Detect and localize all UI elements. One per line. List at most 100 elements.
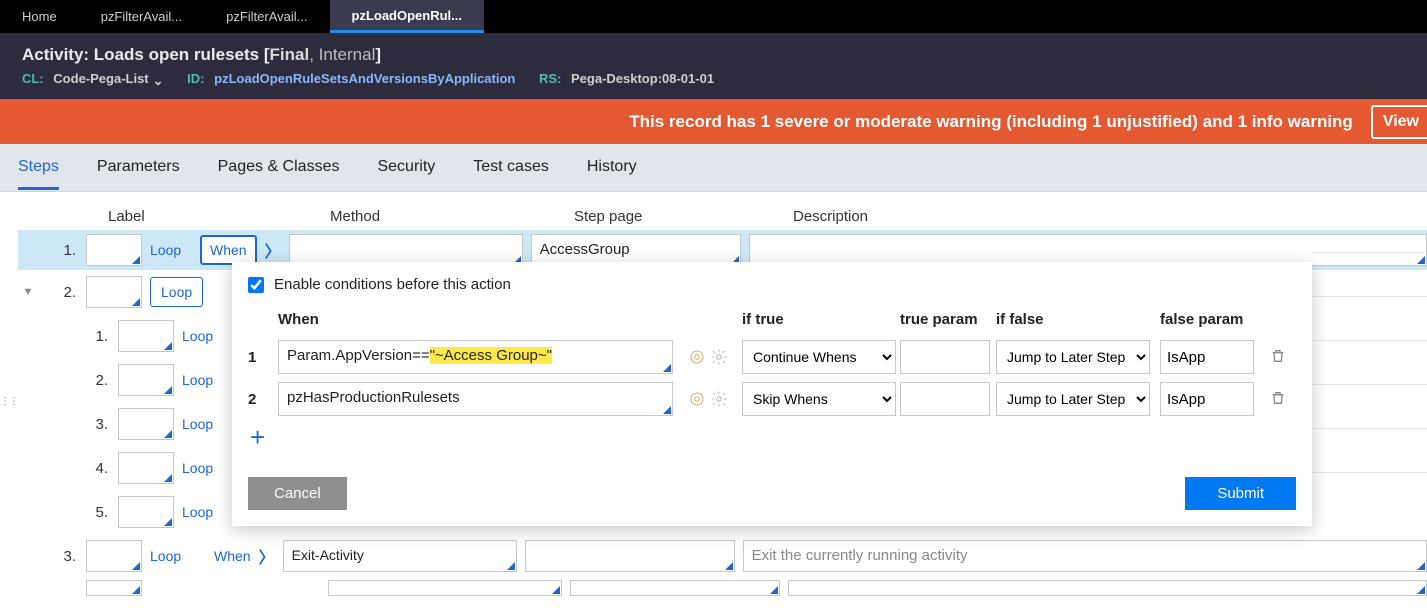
tab-pages-classes[interactable]: Pages & Classes (218, 146, 340, 190)
rule-title: Activity: Loads open rulesets [Final, In… (22, 45, 1405, 65)
when-expression-input[interactable]: Param.AppVersion=="~Access Group~" (278, 340, 673, 374)
step-label-input[interactable] (86, 234, 142, 266)
condition-row-number: 1 (248, 349, 278, 366)
step-label-input[interactable] (118, 320, 174, 352)
target-icon[interactable] (688, 348, 706, 366)
if-false-select[interactable]: Jump to Later Step (996, 340, 1150, 374)
method-input[interactable] (328, 580, 562, 596)
step-number: 5. (88, 504, 108, 521)
when-expression-text: pzHasProductionRulesets (287, 389, 460, 406)
step-label-input[interactable] (118, 408, 174, 440)
title-name: Loads open rulesets (94, 45, 259, 64)
loop-link[interactable]: Loop (182, 416, 222, 432)
loop-button[interactable]: Loop (150, 277, 203, 307)
rs-label: RS: (539, 71, 561, 86)
if-true-select[interactable]: Skip Whens (742, 382, 896, 416)
rule-header: Activity: Loads open rulesets [Final, In… (0, 33, 1427, 99)
enable-conditions-checkbox[interactable]: Enable conditions before this action (248, 276, 1296, 293)
background-rows (1313, 252, 1427, 516)
collapse-icon[interactable]: ▼ (18, 286, 38, 298)
rule-meta-line: CL: Code-Pega-List⌄ ID: pzLoadOpenRuleSe… (22, 71, 1405, 87)
availability-final: Final (270, 45, 310, 64)
if-false-select[interactable]: Jump to Later Step (996, 382, 1150, 416)
true-param-input[interactable] (900, 340, 990, 374)
col-if-false: if false (996, 311, 1160, 332)
cancel-button[interactable]: Cancel (248, 477, 347, 510)
when-expression-highlight: "~Access Group~" (430, 347, 552, 364)
title-prefix: Activity: (22, 45, 94, 64)
popup-actions: Cancel Submit (248, 477, 1296, 510)
col-if-true: if true (742, 311, 900, 332)
tab-home[interactable]: Home (0, 0, 79, 33)
step-number: 4. (88, 460, 108, 477)
top-tabs-bar: Home pzFilterAvail... pzFilterAvail... p… (0, 0, 1427, 33)
tab-steps[interactable]: Steps (18, 146, 59, 190)
trash-icon[interactable] (1270, 390, 1298, 409)
loop-link[interactable]: Loop (182, 460, 222, 476)
bracket-open: [ (259, 45, 269, 64)
method-input[interactable]: Exit-Activity (283, 540, 517, 572)
add-condition-button[interactable]: + (250, 422, 1296, 453)
step-label-input[interactable] (86, 276, 142, 308)
when-link[interactable]: When (214, 548, 251, 564)
rule-form-tabs: Steps Parameters Pages & Classes Securit… (0, 144, 1427, 192)
step-row-3[interactable]: 3. Loop When 〉 Exit-Activity Exit the cu… (18, 534, 1427, 578)
col-true-param: true param (900, 311, 996, 332)
loop-link[interactable]: Loop (182, 504, 222, 520)
availability-comma: , (309, 45, 318, 64)
chevron-right-icon[interactable]: 〉 (259, 544, 275, 568)
col-when: When (278, 311, 686, 332)
when-conditions-popup: Enable conditions before this action Whe… (232, 262, 1312, 526)
loop-link[interactable]: Loop (182, 328, 222, 344)
trash-icon[interactable] (1270, 348, 1298, 367)
gear-icon[interactable] (710, 390, 728, 408)
warning-text: This record has 1 severe or moderate war… (629, 112, 1353, 132)
tab-pzloadopen[interactable]: pzLoadOpenRul... (330, 0, 485, 33)
description-input[interactable] (788, 580, 1427, 596)
step-page-input[interactable] (570, 580, 780, 596)
tab-security[interactable]: Security (377, 146, 435, 190)
when-expression-input[interactable]: pzHasProductionRulesets (278, 382, 673, 416)
view-warnings-button[interactable]: View (1371, 105, 1427, 139)
tab-parameters[interactable]: Parameters (97, 146, 180, 190)
true-param-input[interactable] (900, 382, 990, 416)
step-label-input[interactable] (118, 452, 174, 484)
col-label: Label (108, 208, 330, 225)
step-label-input[interactable] (118, 364, 174, 396)
submit-button[interactable]: Submit (1185, 477, 1296, 510)
step-label-input[interactable] (118, 496, 174, 528)
step-number: 1. (52, 242, 76, 259)
enable-conditions-input[interactable] (248, 277, 264, 293)
warning-bar: This record has 1 severe or moderate war… (0, 99, 1427, 144)
step-number: 3. (88, 416, 108, 433)
step-label-input[interactable] (86, 580, 142, 596)
step-label-input[interactable] (86, 540, 142, 572)
loop-link[interactable]: Loop (150, 548, 190, 564)
when-button[interactable]: When (200, 235, 257, 265)
description-input[interactable]: Exit the currently running activity (743, 540, 1427, 572)
if-true-select[interactable]: Continue Whens (742, 340, 896, 374)
step-page-input[interactable] (525, 540, 735, 572)
chevron-right-icon[interactable]: 〉 (265, 238, 281, 262)
tab-pzfilter-1[interactable]: pzFilterAvail... (79, 0, 204, 33)
cl-value[interactable]: Code-Pega-List⌄ (53, 71, 163, 86)
false-param-input[interactable] (1160, 340, 1254, 374)
gear-icon[interactable] (710, 348, 728, 366)
step-row-partial[interactable] (18, 578, 1427, 598)
tab-pzfilter-2[interactable]: pzFilterAvail... (204, 0, 329, 33)
tab-test-cases[interactable]: Test cases (473, 146, 549, 190)
when-conditions-grid: When if true true param if false false p… (248, 311, 1296, 416)
loop-link[interactable]: Loop (150, 242, 190, 258)
col-description: Description (793, 208, 1427, 225)
false-param-input[interactable] (1160, 382, 1254, 416)
col-false-param: false param (1160, 311, 1270, 332)
col-method: Method (330, 208, 574, 225)
step-number: 3. (52, 548, 76, 565)
target-icon[interactable] (688, 390, 706, 408)
loop-link[interactable]: Loop (182, 372, 222, 388)
col-page: Step page (574, 208, 793, 225)
step-number: 2. (52, 284, 76, 301)
tab-history[interactable]: History (587, 146, 637, 190)
id-value: pzLoadOpenRuleSetsAndVersionsByApplicati… (214, 71, 515, 86)
splitter-handle[interactable]: ⋮⋮ (0, 396, 8, 412)
